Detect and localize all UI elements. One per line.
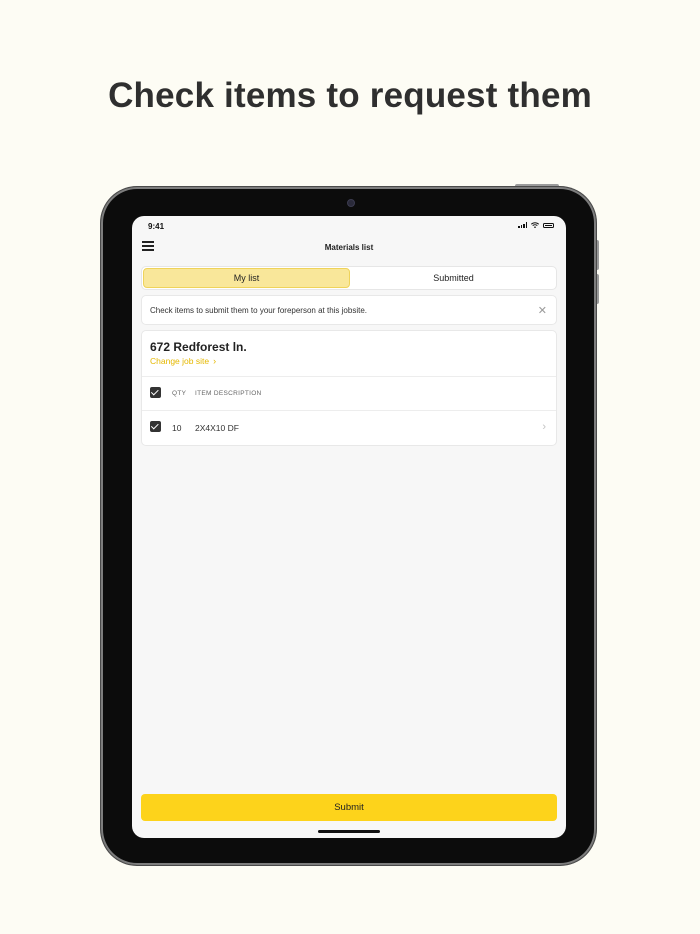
table-header-row: QTY ITEM DESCRIPTION xyxy=(142,377,556,410)
info-banner-text: Check items to submit them to your forep… xyxy=(150,306,367,315)
jobsite-card: 672 Redforest ln. Change job site › QTY … xyxy=(141,330,557,446)
close-icon[interactable]: ✕ xyxy=(538,304,547,317)
chevron-right-icon: › xyxy=(213,356,217,366)
signal-icon xyxy=(518,222,527,228)
jobsite-address: 672 Redforest ln. xyxy=(150,340,247,354)
change-job-site-link[interactable]: Change job site › xyxy=(150,356,216,366)
status-bar: 9:41 xyxy=(132,216,566,236)
table-row[interactable]: 10 2X4X10 DF › xyxy=(142,411,556,444)
column-header-qty: QTY xyxy=(172,390,187,397)
page-headline: Check items to request them xyxy=(108,76,592,115)
info-banner: Check items to submit them to your forep… xyxy=(141,295,557,325)
battery-icon xyxy=(543,222,554,228)
item-qty: 10 xyxy=(172,423,182,433)
submit-button[interactable]: Submit xyxy=(141,794,557,821)
nav-bar: Materials list xyxy=(132,236,566,258)
list-tabs: My list Submitted xyxy=(141,266,557,290)
nav-title: Materials list xyxy=(324,243,374,252)
status-icons xyxy=(518,222,554,228)
select-all-checkbox[interactable] xyxy=(150,387,161,398)
home-indicator[interactable] xyxy=(318,830,380,833)
tab-submitted[interactable]: Submitted xyxy=(351,267,556,289)
status-time: 9:41 xyxy=(148,222,165,231)
column-header-description: ITEM DESCRIPTION xyxy=(195,390,262,397)
app-screen: 9:41 Materials list My list Submitted Ch… xyxy=(132,216,566,838)
item-checkbox[interactable] xyxy=(150,421,161,432)
camera-icon xyxy=(347,199,355,207)
wifi-icon xyxy=(531,222,539,228)
change-job-site-label: Change job site xyxy=(150,356,210,366)
chevron-right-icon: › xyxy=(542,421,546,433)
tab-my-list[interactable]: My list xyxy=(143,268,350,288)
item-description: 2X4X10 DF xyxy=(195,423,239,433)
